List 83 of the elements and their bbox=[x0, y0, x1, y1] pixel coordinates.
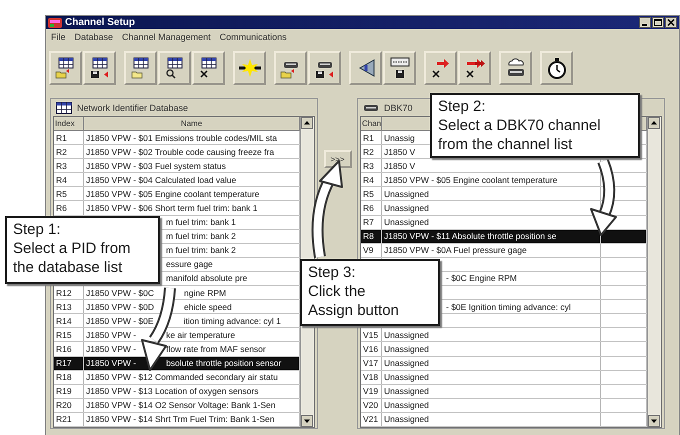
row-name: Unassigned bbox=[384, 188, 429, 199]
row-name: Unassigned bbox=[384, 344, 429, 354]
row-name: J1850 VPW - $03 Fuel system status bbox=[86, 160, 226, 171]
row-name: J1850 VPW - $0A Fuel pressure gage bbox=[384, 245, 527, 256]
row-name: - $0C Engine RPM bbox=[446, 273, 517, 284]
row-name: J1850 VPW - $11 Absolute throttle position se bbox=[384, 231, 556, 242]
row-index: R12 bbox=[56, 288, 72, 298]
row-name: ngine RPM bbox=[184, 288, 226, 298]
row-index: R2 bbox=[56, 146, 67, 157]
row-name: Unassigned bbox=[384, 217, 429, 228]
row-name: ition timing advance: cyl 1 bbox=[184, 316, 281, 326]
callout-tooltip: Step 2: Select a DBK70 channel from the channel list bbox=[430, 93, 640, 158]
row-index: R18 bbox=[56, 372, 72, 382]
row-index: R15 bbox=[56, 330, 72, 340]
row-name: J1850 VPW - $04 Calculated load value bbox=[86, 174, 236, 185]
row-name: m fuel trim: bank 1 bbox=[166, 217, 236, 228]
row-index: R2 bbox=[363, 146, 374, 157]
row-name: J1850 VPW - $0E bbox=[86, 316, 154, 326]
row-index: R5 bbox=[56, 188, 67, 199]
window-title: Channel Setup bbox=[65, 17, 136, 28]
row-index: R14 bbox=[56, 316, 72, 326]
row-name: J1850 VPW - $14 O2 Sensor Voltage: Bank 1-Sen bbox=[86, 400, 276, 410]
row-index: R4 bbox=[363, 174, 374, 185]
row-index: R13 bbox=[56, 302, 72, 312]
row-name: J1850 VPW - $01 Emissions trouble codes/MIL sta bbox=[86, 132, 278, 143]
row-index: R7 bbox=[363, 217, 374, 228]
row-name: flow rate from MAF sensor bbox=[166, 344, 266, 354]
row-name: J1850 VPW - $13 Location of oxygen sensors bbox=[86, 386, 258, 396]
row-name: J1850 VPW - $14 Shrt Trm Fuel Trim: Bank 1-Sen bbox=[86, 414, 274, 424]
row-index: R1 bbox=[56, 132, 67, 143]
row-index: R16 bbox=[56, 344, 72, 354]
row-name: J1850 V bbox=[384, 146, 416, 157]
row-name: bsolute throttle position sensor bbox=[166, 358, 282, 368]
row-name: Unassigned bbox=[384, 386, 429, 396]
panel-title: DBK70 bbox=[384, 102, 413, 112]
row-index: R3 bbox=[363, 160, 374, 171]
row-name: manifold absolute pre bbox=[166, 273, 248, 284]
callout-tooltip: Step 3: Click the Assign button bbox=[300, 259, 440, 326]
row-name: J1850 VPW - $02 Trouble code causing freeze fra bbox=[86, 146, 274, 157]
row-name: J1850 VPW - $06 Short term fuel trim: bank 1 bbox=[86, 203, 258, 214]
row-index: R6 bbox=[363, 203, 374, 214]
row-name: ke air temperature bbox=[166, 330, 236, 340]
row-name: m fuel trim: bank 2 bbox=[166, 245, 236, 256]
row-name: Unassigned bbox=[384, 414, 429, 424]
row-name: Unassigned bbox=[384, 400, 429, 410]
row-name: J1850 VPW - bbox=[86, 358, 136, 368]
row-index: R21 bbox=[56, 414, 72, 424]
row-name: J1850 VPW - bbox=[86, 330, 136, 340]
row-index: R20 bbox=[56, 400, 72, 410]
row-index: R19 bbox=[56, 386, 72, 396]
row-name: J1850 VPW - $0D bbox=[86, 302, 154, 312]
row-name: Unassigned bbox=[384, 372, 429, 382]
row-index: V16 bbox=[363, 344, 378, 354]
row-name: J1850 V bbox=[384, 160, 416, 171]
row-name: Unassigned bbox=[384, 330, 429, 340]
row-name: J1850 VPW - $05 Engine coolant temperature bbox=[384, 174, 558, 185]
row-name: J1850 VPW - $05 Engine coolant temperature bbox=[86, 188, 260, 199]
row-name: m fuel trim: bank 2 bbox=[166, 231, 236, 242]
row-index: R3 bbox=[56, 160, 67, 171]
row-index: V19 bbox=[363, 386, 378, 396]
row-index: R4 bbox=[56, 174, 67, 185]
row-index: R17 bbox=[56, 358, 72, 368]
row-name: Unassigned bbox=[384, 358, 429, 368]
row-index: V17 bbox=[363, 358, 378, 368]
row-name: J1850 VPW - $12 Commanded secondary air statu bbox=[86, 372, 278, 382]
row-index: R8 bbox=[363, 231, 374, 242]
panel-title: Network Identifier Database bbox=[77, 102, 188, 112]
row-index: V15 bbox=[363, 330, 378, 340]
row-index: V18 bbox=[363, 372, 378, 382]
row-name: essure gage bbox=[166, 259, 213, 270]
row-index: R1 bbox=[363, 132, 374, 143]
row-index: V20 bbox=[363, 400, 378, 410]
row-name: Unassigned bbox=[384, 203, 429, 214]
callout-tooltip: Step 1: Select a PID from the database list bbox=[5, 216, 160, 284]
row-index: V9 bbox=[363, 245, 374, 256]
row-name: Unassig bbox=[384, 132, 415, 143]
row-index: R5 bbox=[363, 188, 374, 199]
row-name: J1850 VPW - $0C bbox=[86, 288, 154, 298]
row-index: R6 bbox=[56, 203, 67, 214]
row-name: J1850 VPW - bbox=[86, 344, 136, 354]
row-index: V21 bbox=[363, 414, 378, 424]
row-name: - $0E Ignition timing advance: cyl bbox=[446, 302, 571, 312]
row-name: ehicle speed bbox=[184, 302, 232, 312]
